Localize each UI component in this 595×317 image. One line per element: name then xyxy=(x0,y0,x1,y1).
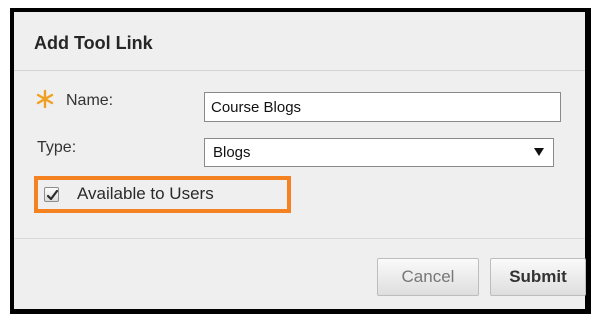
footer-divider xyxy=(14,238,585,239)
add-tool-link-dialog: Add Tool Link Name: Type: Blogs Availabl… xyxy=(10,8,591,314)
name-input[interactable] xyxy=(204,92,561,122)
checkmark-icon xyxy=(46,189,59,201)
type-label: Type: xyxy=(37,139,77,156)
asterisk-icon xyxy=(36,89,54,109)
dialog-title: Add Tool Link xyxy=(34,33,153,53)
title-divider xyxy=(14,70,585,71)
available-checkbox[interactable] xyxy=(44,187,59,202)
triangle-down-icon xyxy=(534,148,544,156)
type-select-value: Blogs xyxy=(213,144,251,161)
available-label[interactable]: Available to Users xyxy=(77,184,214,204)
name-label: Name: xyxy=(66,92,114,109)
cancel-button[interactable]: Cancel xyxy=(377,258,479,296)
submit-button[interactable]: Submit xyxy=(490,258,586,296)
type-select[interactable]: Blogs xyxy=(204,138,554,167)
